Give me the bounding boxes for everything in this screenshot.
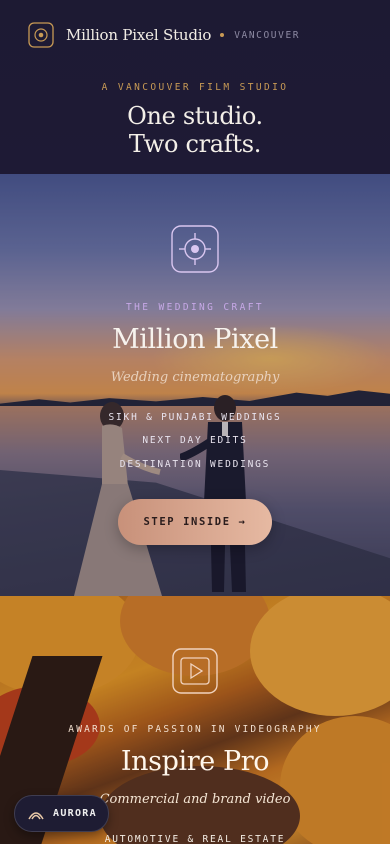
target-icon [171,225,219,273]
step-inside-button[interactable]: STEP INSIDE → [118,499,272,545]
site-header: Million Pixel Studio VANCOUVER A VANCOUV… [0,0,390,174]
hero-eyebrow: A VANCOUVER FILM STUDIO [101,82,289,93]
brand[interactable]: Million Pixel Studio VANCOUVER [28,22,300,48]
play-icon [172,648,218,694]
wedding-craft-panel[interactable]: THE WEDDING CRAFT Million Pixel Wedding … [0,174,390,596]
aurora-label: AURORA [53,808,97,819]
inspire-title: Inspire Pro [120,746,270,777]
headline-line-1: One studio. [127,102,263,130]
aurora-button[interactable]: AURORA [14,795,109,832]
aurora-icon [28,811,44,819]
wedding-service-item: NEXT DAY EDITS [142,435,248,446]
wedding-subtitle: Wedding cinematography [110,370,280,385]
wedding-service-item: SIKH & PUNJABI WEDDINGS [108,412,282,423]
hero-headline: One studio. Two crafts. [0,102,390,158]
inspire-service-item: AUTOMOTIVE & REAL ESTATE [104,834,286,844]
headline-line-2: Two crafts. [128,130,262,158]
wedding-service-item: DESTINATION WEDDINGS [119,459,271,470]
wedding-eyebrow: THE WEDDING CRAFT [125,302,265,313]
wedding-title: Million Pixel [112,324,278,355]
brand-name: Million Pixel Studio [66,26,212,44]
brand-separator-dot [220,33,225,37]
brand-city: VANCOUVER [234,29,301,41]
inspire-eyebrow: AWARDS OF PASSION IN VIDEOGRAPHY [68,724,322,735]
brand-logo-icon [28,22,54,48]
